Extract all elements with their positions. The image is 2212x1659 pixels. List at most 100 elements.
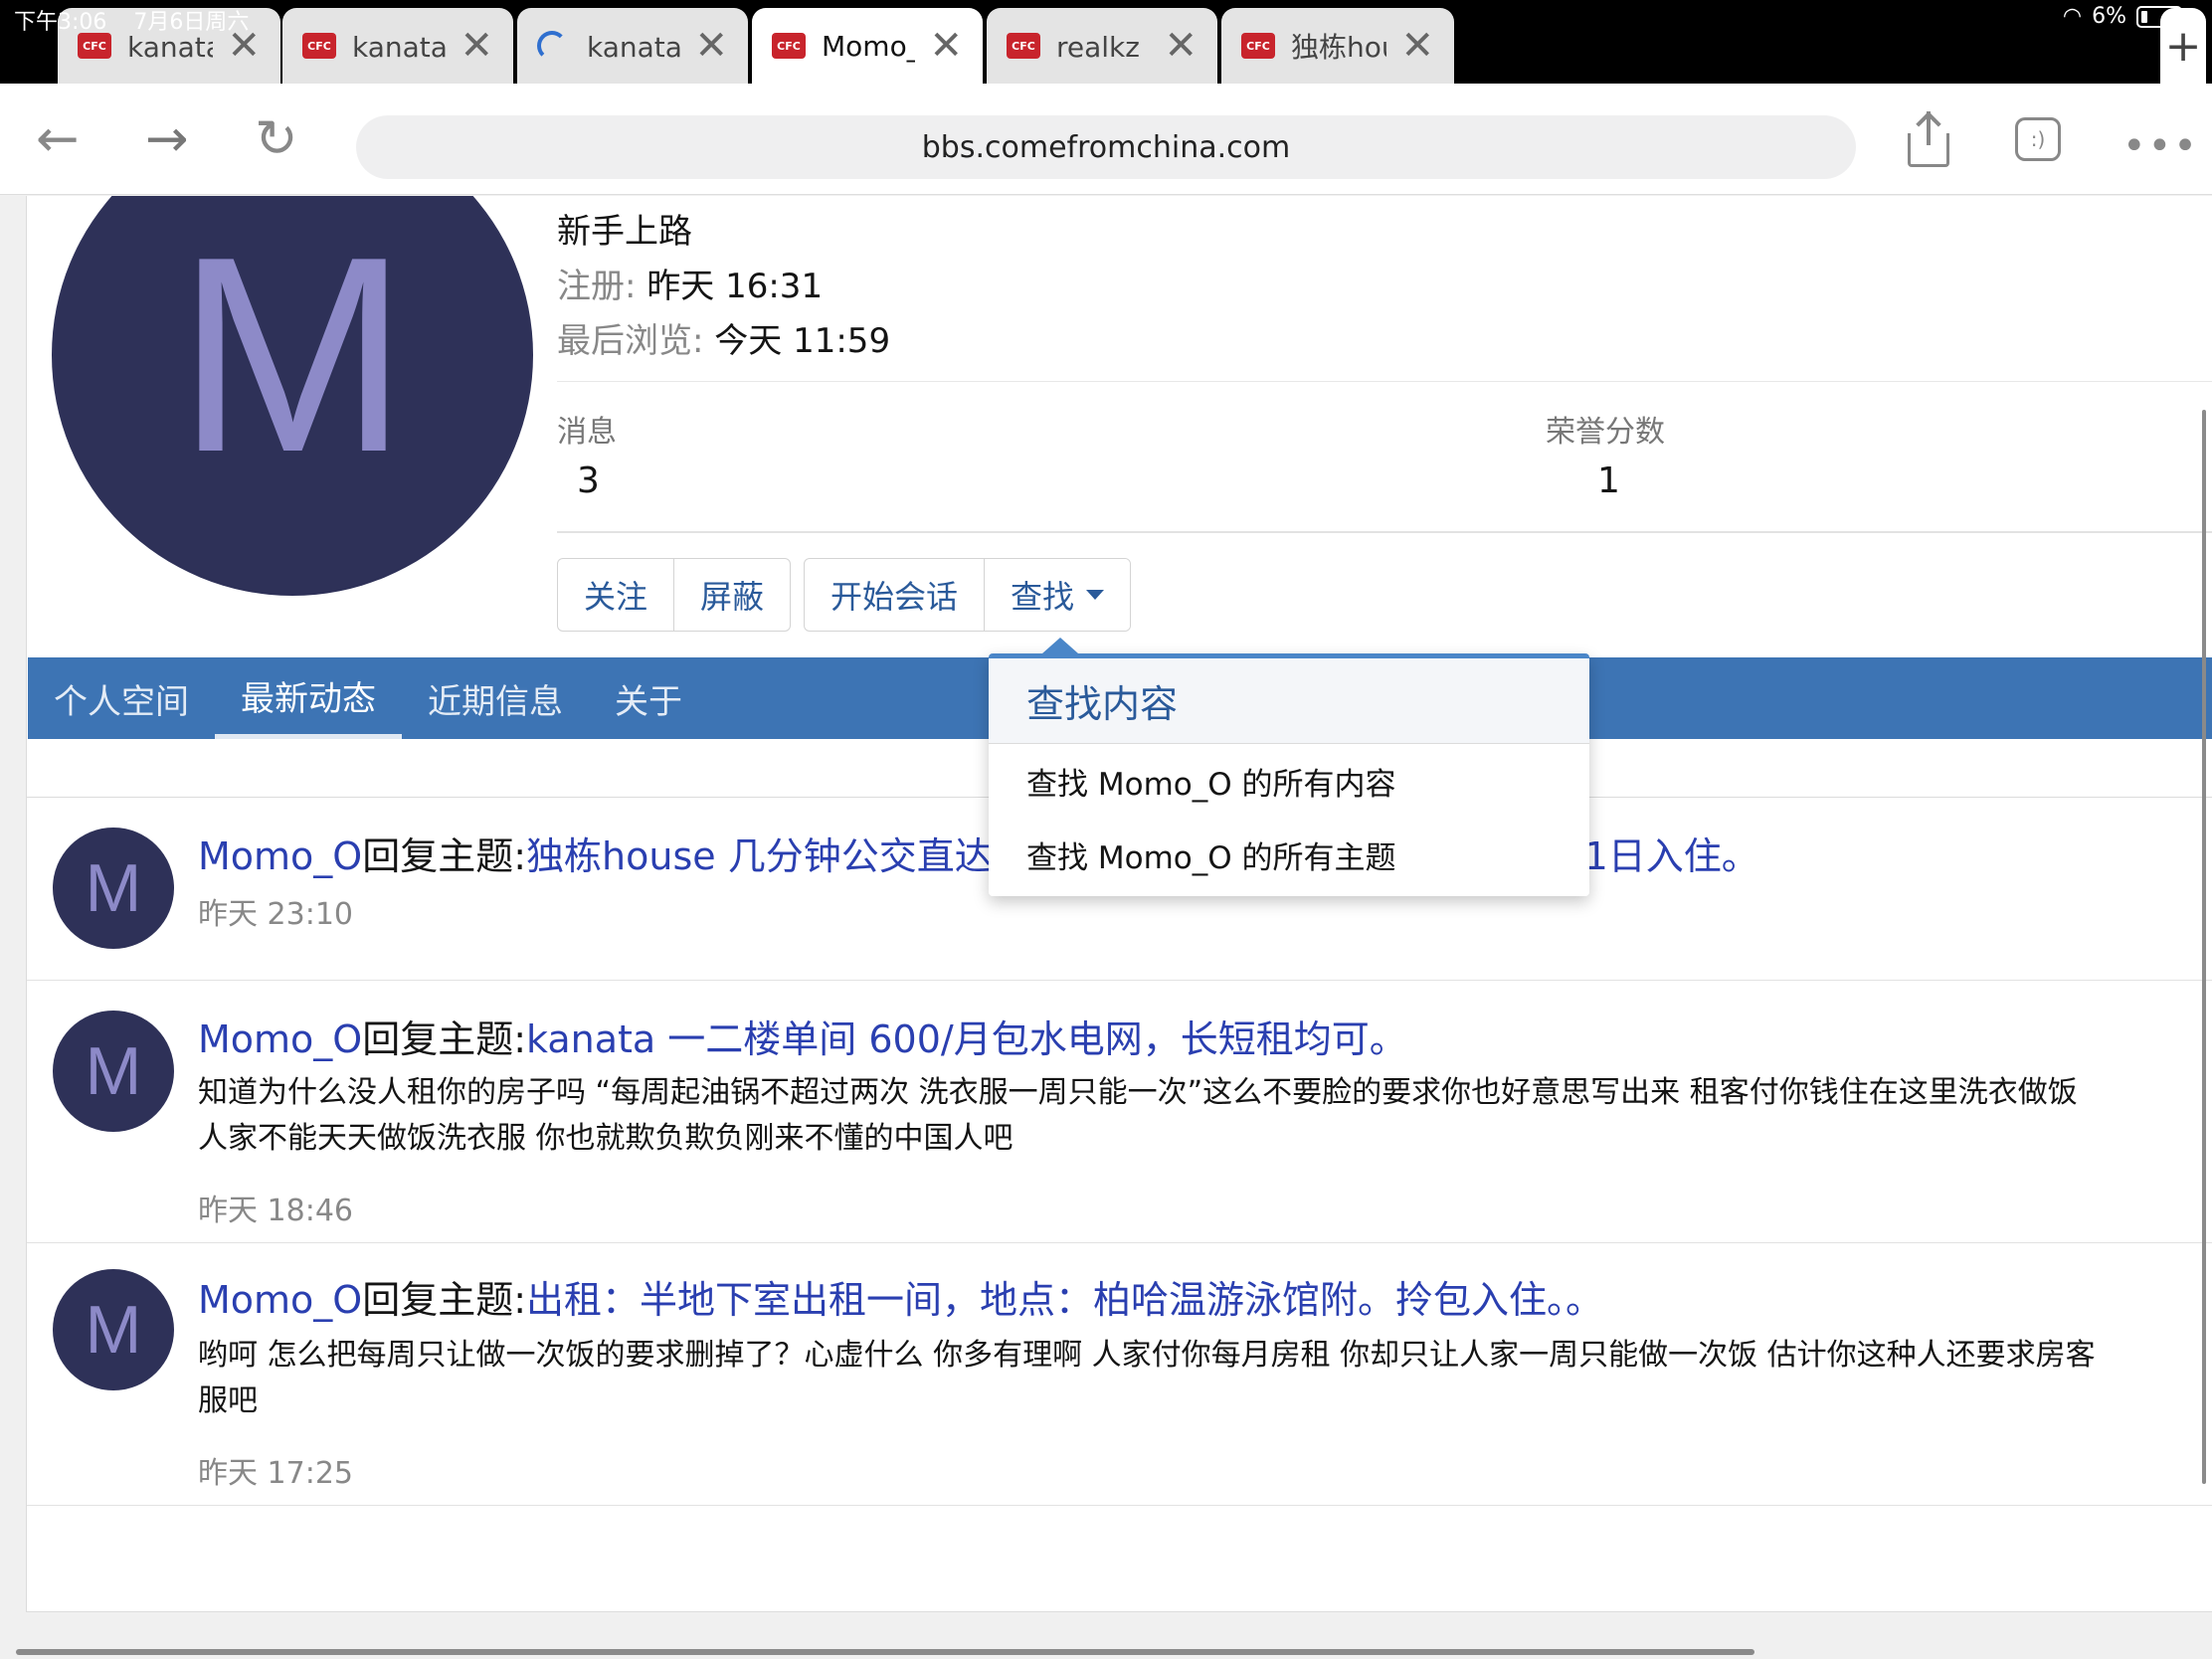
tab-label: kanata北湖景房 bbox=[352, 31, 447, 64]
avatar-letter: M bbox=[176, 200, 409, 510]
post-body-line: 哟呵 怎么把每周只让做一次饭的要求删掉了？心虚什么 你多有理啊 人家付你每月房租… bbox=[198, 1338, 2096, 1373]
tab-kanata-lakeview[interactable]: CFC kanata北湖景房 ✕ bbox=[282, 8, 513, 84]
username-link[interactable]: Momo_O bbox=[198, 1017, 362, 1061]
activity-feed: M Momo_O回复主题:独栋house 几分钟公交直达Algonquin学院-… bbox=[26, 797, 2212, 1612]
tab-label: 独栋house 几分 bbox=[1291, 31, 1386, 64]
post-time: 昨天 18:46 bbox=[198, 1194, 353, 1228]
username-link[interactable]: Momo_O bbox=[198, 1278, 362, 1322]
close-icon[interactable]: ✕ bbox=[1164, 26, 1198, 66]
cfc-favicon: CFC bbox=[1241, 33, 1275, 59]
avatar[interactable]: M bbox=[53, 1269, 174, 1390]
wifi-icon: ◠ bbox=[2062, 4, 2083, 29]
stats-divider bbox=[557, 531, 2212, 533]
tab-detached-house[interactable]: CFC 独栋house 几分 ✕ bbox=[1221, 8, 1454, 84]
tab-realkz[interactable]: CFC realkz | CFC中文 ✕ bbox=[987, 8, 1217, 84]
tab-label: Momo_O | CFC bbox=[822, 29, 915, 63]
conversation-find-group: 开始会话 查找 bbox=[804, 558, 1132, 632]
address-bar[interactable]: bbs.comefromchina.com bbox=[356, 115, 1856, 179]
horizontal-scrollbar[interactable] bbox=[16, 1649, 1754, 1655]
tab-kanata-room[interactable]: kanata 一二楼单 ✕ bbox=[517, 8, 748, 84]
list-item: M Momo_O回复主题:出租：半地下室出租一间，地点：柏哈温游泳馆附。拎包入住… bbox=[27, 1243, 2212, 1506]
dropdown-title: 查找内容 bbox=[989, 658, 1589, 744]
post-body-line: 人家不能天天做饭洗衣服 你也就欺负欺负刚来不懂的中国人吧 bbox=[198, 1121, 1014, 1156]
reader-mode-icon[interactable]: :) bbox=[2015, 117, 2061, 161]
tab-strip: 下午3:06 7月6日周六 ◠ 6% CFC kanata北 半地下 ✕ CFC… bbox=[0, 0, 2212, 84]
battery-icon bbox=[2136, 5, 2182, 28]
loading-spinner-icon bbox=[537, 31, 567, 61]
registered-label: 注册: bbox=[557, 267, 637, 306]
cfc-favicon: CFC bbox=[78, 33, 111, 59]
stats-top-border bbox=[557, 381, 2212, 382]
status-bar: 下午3:06 7月6日周六 bbox=[14, 4, 269, 36]
caret-down-icon bbox=[1086, 590, 1105, 600]
browser-toolbar: ← → ↻ bbs.comefromchina.com :) ••• bbox=[0, 84, 2212, 195]
back-arrow-icon[interactable]: ← bbox=[36, 113, 80, 165]
avatar[interactable]: M bbox=[53, 828, 174, 949]
user-rank: 新手上路 bbox=[557, 212, 692, 252]
find-label: 查找 bbox=[1011, 578, 1075, 616]
share-icon[interactable] bbox=[1908, 111, 1949, 167]
post-time: 昨天 17:25 bbox=[198, 1456, 353, 1491]
block-button[interactable]: 屏蔽 bbox=[674, 559, 790, 631]
tab-label: realkz | CFC中文 bbox=[1056, 31, 1150, 64]
last-seen-value: 今天 11:59 bbox=[714, 321, 891, 361]
status-right: ◠ 6% bbox=[2063, 4, 2182, 29]
registered-value: 昨天 16:31 bbox=[646, 267, 824, 306]
cfc-favicon: CFC bbox=[302, 33, 336, 59]
close-icon[interactable]: ✕ bbox=[929, 26, 963, 66]
url-text: bbs.comefromchina.com bbox=[921, 129, 1291, 165]
thread-link[interactable]: 出租：半地下室出租一间，地点：柏哈温游泳馆附。拎包入住。。 bbox=[526, 1278, 1603, 1322]
post-body-line: 知道为什么没人租你的房子吗 “每周起油锅不超过两次 洗衣服一周只能一次”这么不要… bbox=[198, 1075, 2078, 1110]
action-text: 回复主题: bbox=[362, 834, 527, 878]
last-seen-line: 最后浏览: 今天 11:59 bbox=[557, 313, 890, 368]
honor-stat[interactable]: 荣誉分数 1 bbox=[1546, 407, 1665, 501]
follow-block-group: 关注 屏蔽 bbox=[557, 558, 792, 632]
status-date: 7月6日周六 bbox=[133, 10, 250, 35]
start-conversation-button[interactable]: 开始会话 bbox=[805, 559, 986, 631]
follow-button[interactable]: 关注 bbox=[558, 559, 675, 631]
tab-latest-activity[interactable]: 最新动态 bbox=[215, 657, 402, 739]
battery-percent: 6% bbox=[2092, 4, 2126, 29]
post-body: 知道为什么没人租你的房子吗 “每周起油锅不超过两次 洗衣服一周只能一次”这么不要… bbox=[198, 1070, 2212, 1162]
tab-label: kanata 一二楼单 bbox=[587, 31, 681, 64]
tab-recent-posts[interactable]: 近期信息 bbox=[402, 657, 589, 739]
close-icon[interactable]: ✕ bbox=[460, 26, 493, 66]
username-link[interactable]: Momo_O bbox=[198, 834, 362, 878]
find-all-threads-item[interactable]: 查找 Momo_O 的所有主题 bbox=[989, 818, 1589, 891]
list-item: M Momo_O回复主题:kanata 一二楼单间 600/月包水电网，长短租均… bbox=[27, 981, 2212, 1243]
post-title: Momo_O回复主题:出租：半地下室出租一间，地点：柏哈温游泳馆附。拎包入住。。 bbox=[198, 1269, 1603, 1324]
profile-avatar[interactable]: M bbox=[52, 196, 533, 596]
status-time: 下午3:06 bbox=[14, 10, 107, 35]
post-body: 哟呵 怎么把每周只让做一次饭的要求删掉了？心虚什么 你多有理啊 人家付你每月房租… bbox=[198, 1333, 2212, 1424]
registered-line: 注册: 昨天 16:31 bbox=[557, 259, 890, 313]
tab-personal-space[interactable]: 个人空间 bbox=[54, 657, 215, 739]
post-body-line: 服吧 bbox=[198, 1383, 258, 1418]
honor-label: 荣誉分数 bbox=[1546, 415, 1665, 450]
last-seen-label: 最后浏览: bbox=[557, 321, 704, 361]
thread-link[interactable]: kanata 一二楼单间 600/月包水电网，长短租均可。 bbox=[526, 1017, 1407, 1061]
find-dropdown-menu: 查找内容 查找 Momo_O 的所有内容 查找 Momo_O 的所有主题 bbox=[989, 638, 1589, 896]
honor-value: 1 bbox=[1597, 461, 1620, 501]
messages-label: 消息 bbox=[557, 415, 617, 450]
tab-about[interactable]: 关于 bbox=[589, 657, 708, 739]
close-icon[interactable]: ✕ bbox=[694, 26, 728, 66]
cfc-favicon: CFC bbox=[772, 33, 806, 59]
messages-stat[interactable]: 消息 3 bbox=[557, 407, 617, 501]
find-all-content-item[interactable]: 查找 Momo_O 的所有内容 bbox=[989, 744, 1589, 818]
forward-arrow-icon[interactable]: → bbox=[145, 113, 189, 165]
tab-momo-o-profile[interactable]: CFC Momo_O | CFC ✕ bbox=[752, 8, 983, 84]
more-options-icon[interactable]: ••• bbox=[2122, 123, 2199, 169]
post-title: Momo_O回复主题:kanata 一二楼单间 600/月包水电网，长短租均可。 bbox=[198, 1009, 1407, 1063]
vertical-scrollbar[interactable] bbox=[2202, 410, 2206, 1484]
action-text: 回复主题: bbox=[362, 1278, 527, 1322]
reload-icon[interactable]: ↻ bbox=[255, 113, 298, 165]
action-text: 回复主题: bbox=[362, 1017, 527, 1061]
close-icon[interactable]: ✕ bbox=[1400, 26, 1434, 66]
find-button[interactable]: 查找 bbox=[985, 559, 1131, 631]
messages-value: 3 bbox=[577, 461, 600, 501]
profile-info: 新手上路 注册: 昨天 16:31 最后浏览: 今天 11:59 bbox=[557, 204, 890, 368]
page-content: M 新手上路 注册: 昨天 16:31 最后浏览: 今天 11:59 消息 3 … bbox=[0, 196, 2212, 1659]
post-time: 昨天 23:10 bbox=[198, 897, 353, 932]
avatar[interactable]: M bbox=[53, 1011, 174, 1132]
cfc-favicon: CFC bbox=[1007, 33, 1040, 59]
